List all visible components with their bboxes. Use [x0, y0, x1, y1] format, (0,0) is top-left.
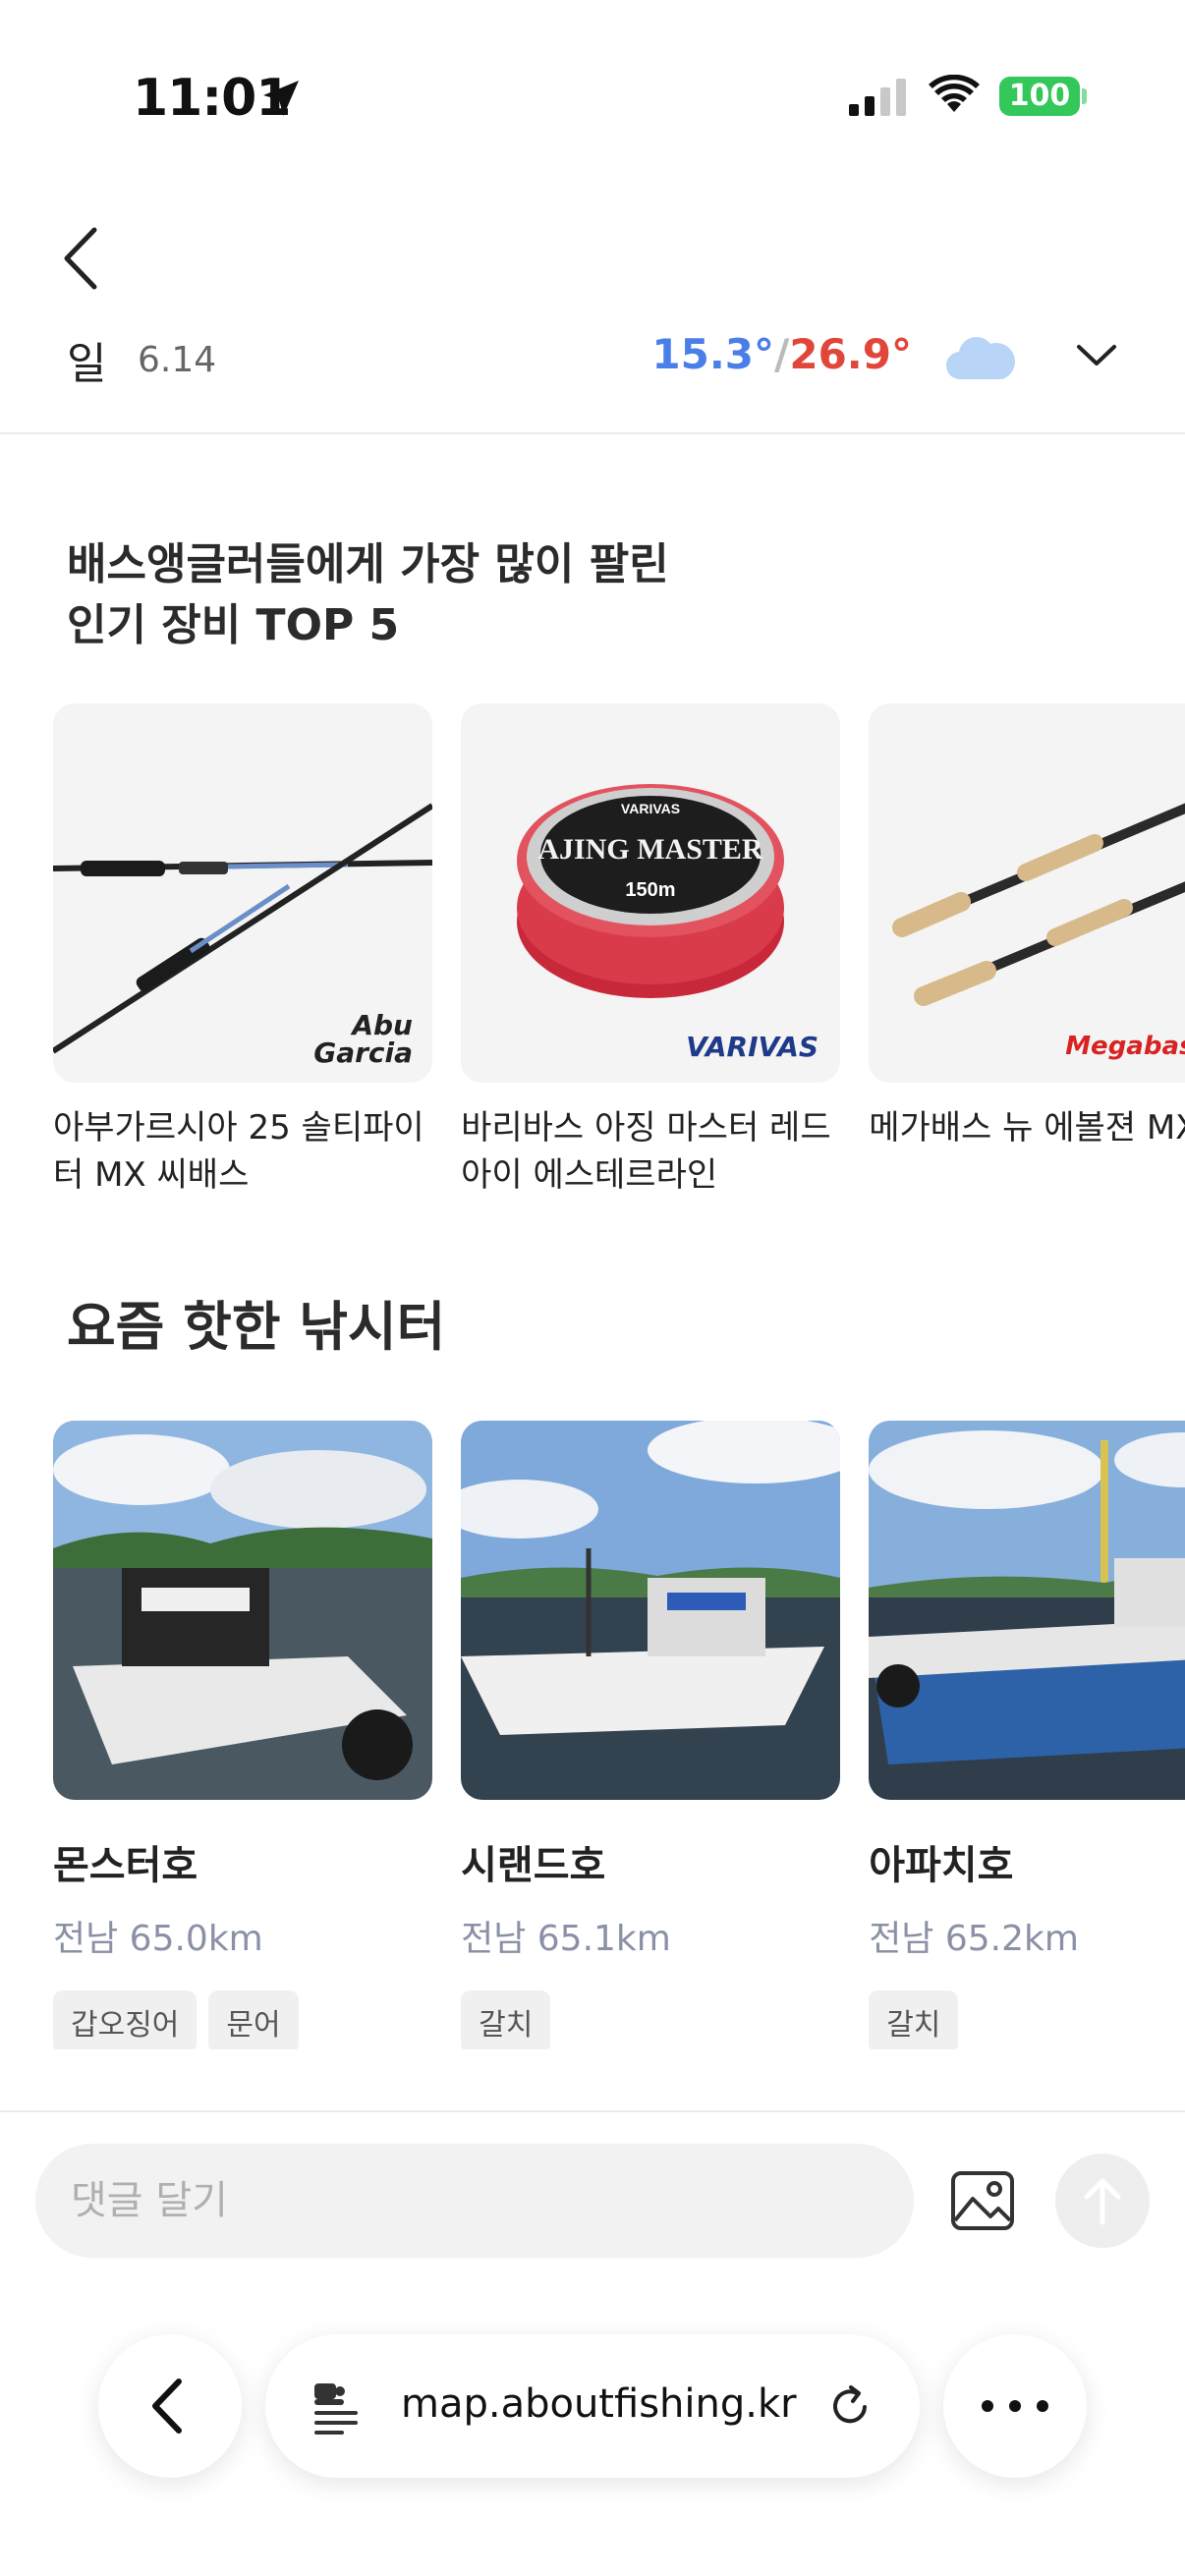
gear-card[interactable]: Megabass 메가배스 뉴 에볼젼 MX- [869, 703, 1185, 1199]
spot-distance: 전남 65.2km [869, 1919, 1079, 1959]
gear-section-title: 배스앵글러들에게 가장 많이 팔린 인기 장비 TOP 5 [67, 534, 669, 656]
send-button[interactable] [1055, 2154, 1150, 2248]
location-arrow-icon [263, 81, 299, 116]
gear-title-line-2: 인기 장비 TOP 5 [67, 600, 400, 650]
species-tag: 갑오징어 [53, 1990, 198, 2049]
temperature-separator: / [774, 330, 790, 378]
boat-photo-illustration [461, 1421, 841, 1800]
spot-card[interactable]: 아파치호 전남 65.2km 갈치 [869, 1421, 1185, 2049]
wifi-icon [929, 75, 980, 112]
temperature-range: 15.3°/26.9° [651, 330, 912, 378]
image-attach-icon[interactable] [949, 2169, 1016, 2232]
gear-image-rod: Abu Garcia [53, 703, 432, 1083]
address-bar[interactable]: map.aboutfishing.kr [265, 2334, 920, 2478]
more-options-button[interactable] [943, 2334, 1087, 2478]
gear-image-megabass-rod: Megabass [869, 703, 1185, 1083]
back-button[interactable] [57, 224, 106, 293]
cellular-signal-icon [849, 79, 906, 116]
spool-brand-text: VARIVAS [621, 801, 680, 816]
species-tag: 갈치 [869, 1990, 959, 2049]
comment-input[interactable] [35, 2144, 914, 2258]
spot-photo [869, 1421, 1185, 1800]
spot-name: 몬스터호 [53, 1843, 198, 1888]
spool-product-text: AJING MASTER [537, 833, 763, 866]
weather-date: 6.14 [138, 340, 217, 380]
spot-name: 아파치호 [869, 1843, 1014, 1888]
browser-back-button[interactable] [98, 2334, 242, 2478]
spot-tags: 갈치 [461, 1990, 840, 2049]
battery-indicator: 100 [999, 77, 1080, 116]
gear-carousel[interactable]: Abu Garcia 아부가르시아 25 솔티파이터 MX 씨배스 VARIVA… [53, 703, 1185, 1214]
gear-title-line-1: 배스앵글러들에게 가장 많이 팔린 [67, 539, 669, 589]
brand-logo-megabass: Megabass [1065, 1032, 1185, 1061]
gear-card[interactable]: Abu Garcia 아부가르시아 25 솔티파이터 MX 씨배스 [53, 703, 432, 1199]
species-tag: 문어 [208, 1990, 299, 2049]
brand-logo-varivas: VARIVAS [686, 1031, 819, 1063]
fishing-line-spool-illustration: VARIVAS AJING MASTER 150m [517, 784, 785, 998]
spot-card[interactable]: 시랜드호 전남 65.1km 갈치 [461, 1421, 841, 2049]
brand-logo-abu-garcia: Abu Garcia [313, 1009, 413, 1069]
gear-image-line: VARIVAS AJING MASTER 150m VARIVAS [461, 703, 841, 1083]
url-text: map.aboutfishing.kr [401, 2381, 797, 2427]
spot-distance: 전남 65.0km [53, 1919, 263, 1959]
page-menu-icon[interactable] [309, 2380, 364, 2435]
spot-carousel[interactable]: 몬스터호 전남 65.0km 갑오징어문어 시랜드호 전남 65.1km 갈치 [53, 1421, 1185, 2049]
header-divider [0, 432, 1185, 434]
weather-day: 일 [67, 339, 107, 389]
spot-distance: 전남 65.1km [461, 1919, 671, 1959]
boat-photo-illustration [869, 1421, 1185, 1800]
temperature-low: 15.3° [651, 330, 775, 378]
casting-rod-illustration [892, 803, 1185, 1006]
ellipsis-icon [982, 2400, 1048, 2412]
temperature-high: 26.9° [789, 330, 912, 378]
gear-title: 아부가르시아 25 솔티파이터 MX 씨배스 [53, 1108, 424, 1195]
gear-title: 바리바스 아징 마스터 레드아이 에스테르라인 [461, 1108, 831, 1195]
chevron-left-icon [152, 2379, 182, 2434]
comment-divider [0, 2110, 1185, 2112]
spot-name: 시랜드호 [461, 1843, 606, 1888]
gear-title: 메가배스 뉴 에볼젼 MX- [869, 1108, 1185, 1148]
status-bar: 11:01 100 [0, 0, 1185, 187]
spool-length-text: 150m [626, 879, 676, 901]
cloud-icon [945, 336, 1015, 380]
spot-tags: 갑오징어 문어 [53, 1990, 432, 2049]
battery-tip [1082, 88, 1087, 104]
chevron-down-icon[interactable] [1075, 342, 1118, 369]
boat-photo-illustration [53, 1421, 432, 1800]
spot-tags: 갈치 [869, 1990, 1185, 2049]
spot-card[interactable]: 몬스터호 전남 65.0km 갑오징어 문어 [53, 1421, 432, 2049]
spot-photo [461, 1421, 841, 1800]
species-tag: 갈치 [461, 1990, 551, 2049]
spot-section-title: 요즘 핫한 낚시터 [67, 1296, 446, 1358]
gear-card[interactable]: VARIVAS AJING MASTER 150m VARIVAS 바리바스 아… [461, 703, 841, 1199]
spot-photo [53, 1421, 432, 1800]
reload-icon[interactable] [825, 2381, 875, 2431]
arrow-up-icon [1084, 2178, 1121, 2225]
